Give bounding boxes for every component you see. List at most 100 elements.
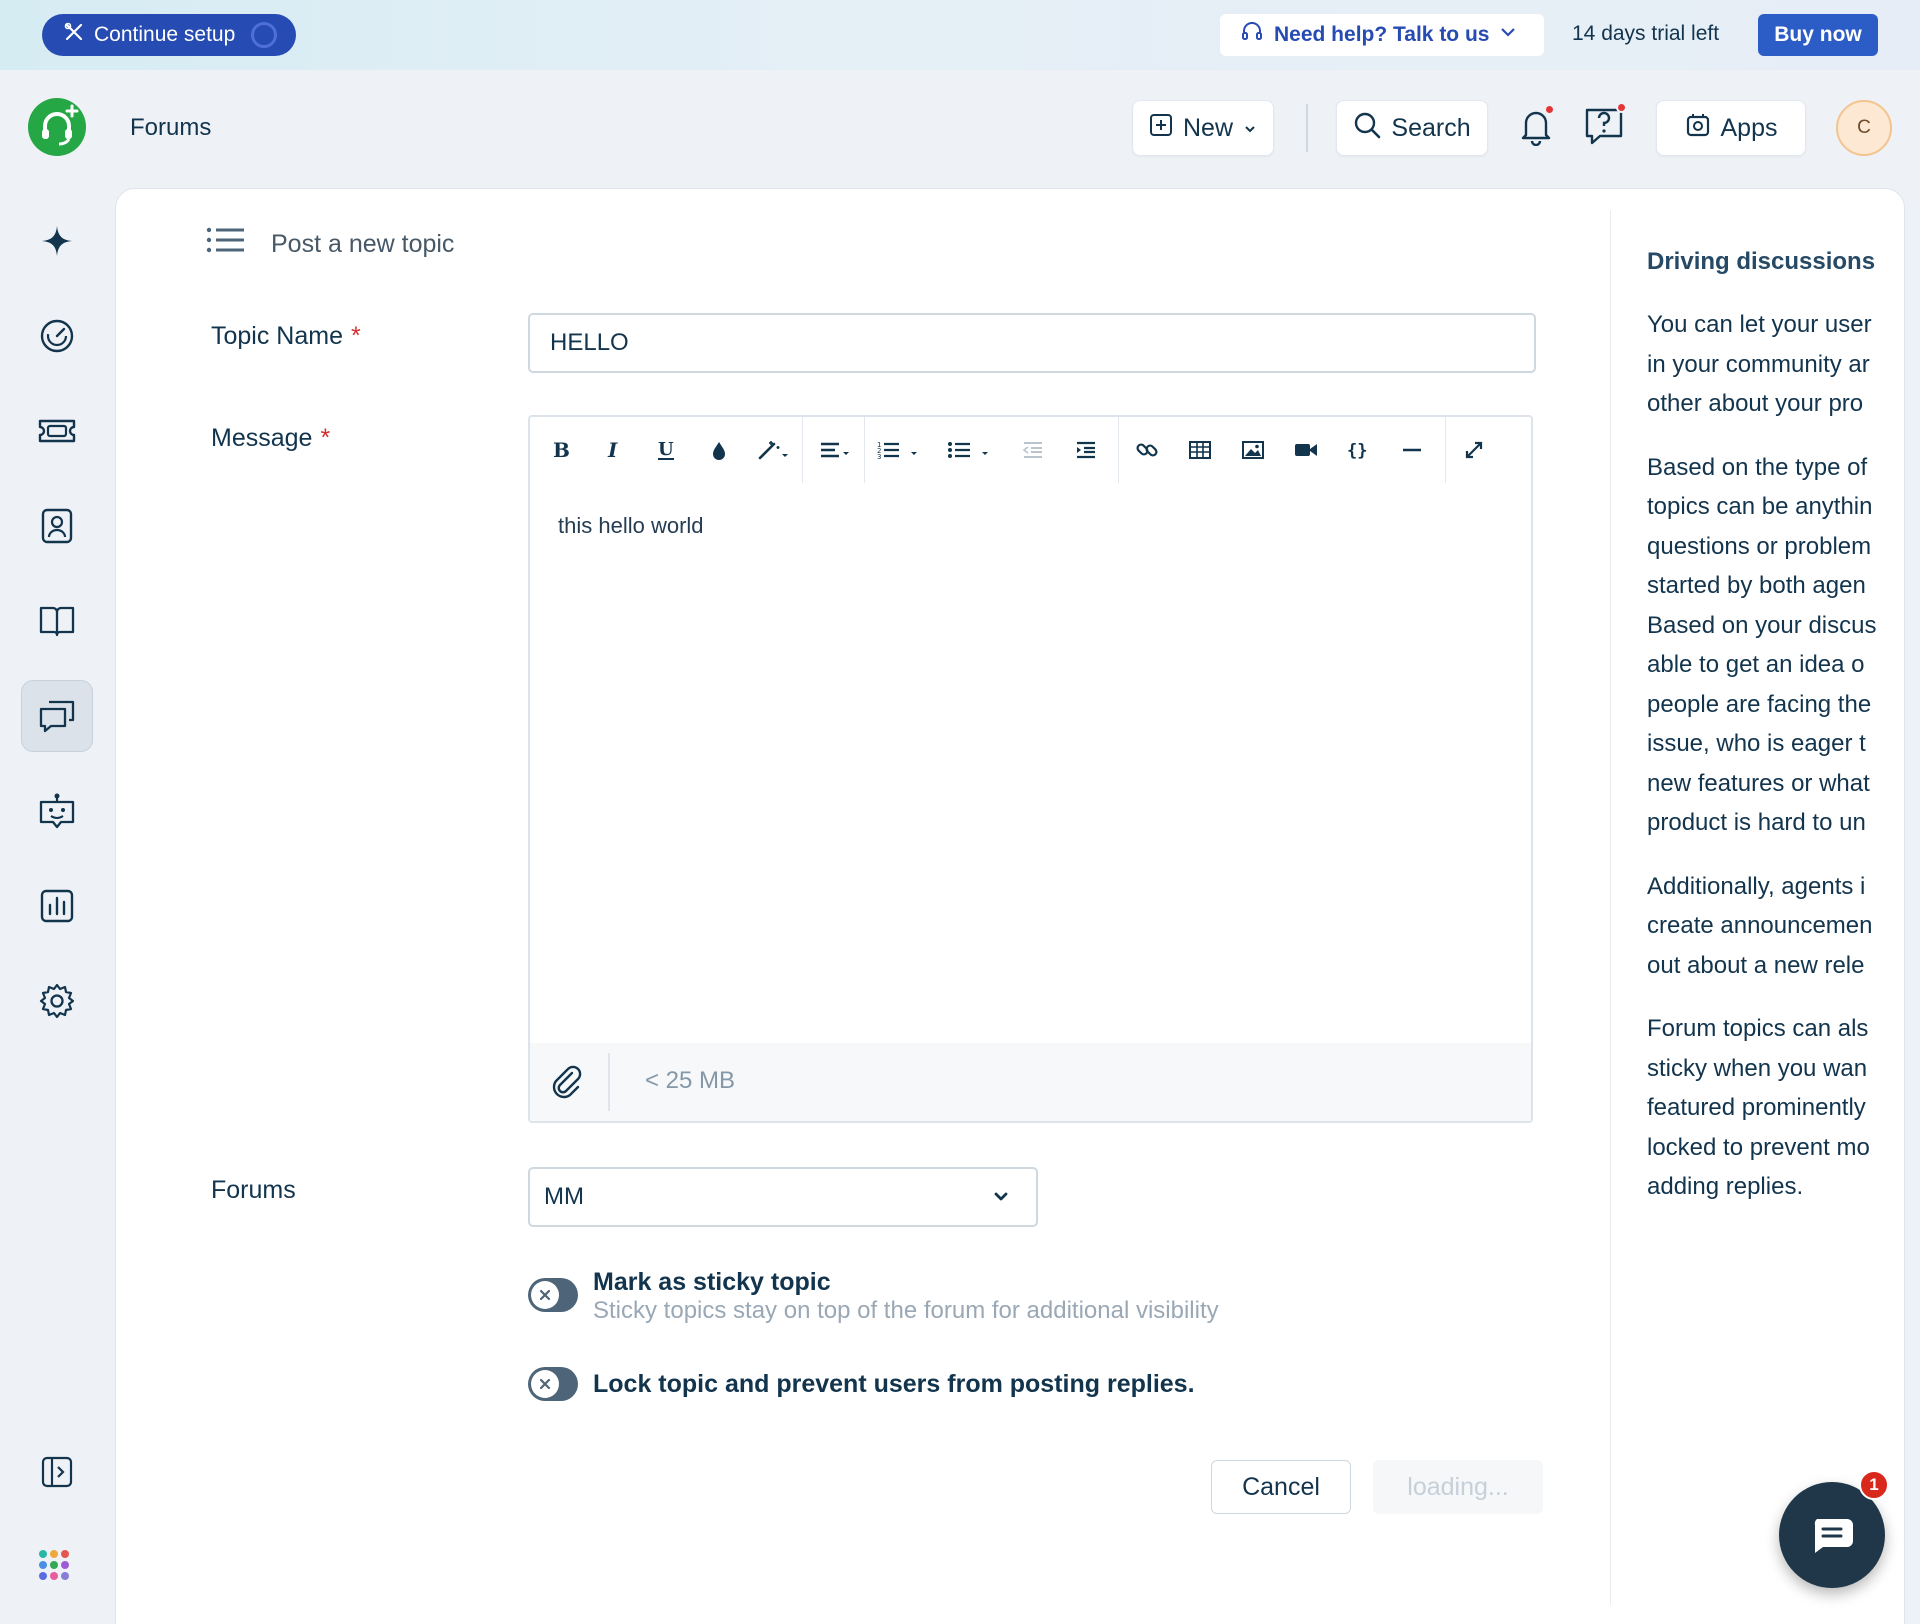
message-editor[interactable]: B I U 123 {} this hello world < 25 MB bbox=[528, 415, 1533, 1123]
table-button[interactable] bbox=[1183, 433, 1217, 467]
avatar[interactable]: C bbox=[1836, 100, 1892, 156]
sidebar-item-bots[interactable] bbox=[21, 775, 93, 847]
info-line: featured prominently bbox=[1647, 1094, 1866, 1121]
app-switcher-button[interactable] bbox=[21, 1532, 93, 1604]
message-body[interactable]: this hello world bbox=[558, 513, 704, 539]
info-line: Based on your discus bbox=[1647, 611, 1877, 639]
help-button[interactable] bbox=[1576, 100, 1632, 156]
notifications-button[interactable] bbox=[1508, 100, 1564, 156]
link-icon bbox=[1136, 443, 1158, 457]
apps-button[interactable]: Apps bbox=[1656, 100, 1806, 156]
search-button[interactable]: Search bbox=[1336, 100, 1488, 156]
info-line: people are facing the bbox=[1647, 690, 1872, 718]
buy-now-button[interactable]: Buy now bbox=[1758, 14, 1878, 56]
notification-dot bbox=[1544, 104, 1555, 115]
align-button[interactable] bbox=[815, 433, 859, 467]
toolbar-separator bbox=[1118, 417, 1119, 483]
toggle-knob bbox=[531, 1370, 559, 1398]
attach-button[interactable] bbox=[548, 1061, 584, 1106]
info-line: product is hard to un bbox=[1647, 809, 1866, 836]
horizontal-rule-button[interactable] bbox=[1395, 433, 1429, 467]
ink-drop-icon bbox=[713, 442, 725, 460]
sidebar-expand-button[interactable] bbox=[21, 1436, 93, 1508]
indent-button[interactable] bbox=[1069, 433, 1103, 467]
info-line: topics can be anythin bbox=[1647, 493, 1873, 520]
solutions-book-icon bbox=[39, 606, 75, 637]
chevron-down-icon bbox=[990, 1185, 1012, 1214]
indent-icon bbox=[1077, 441, 1095, 459]
need-help-label: Need help? Talk to us bbox=[1274, 23, 1490, 46]
search-icon bbox=[1353, 111, 1381, 146]
video-button[interactable] bbox=[1289, 433, 1323, 467]
setup-progress-ring bbox=[251, 22, 278, 48]
sidebar-item-settings[interactable] bbox=[21, 965, 93, 1037]
image-icon bbox=[1242, 441, 1264, 459]
forums-selected-value: MM bbox=[544, 1183, 584, 1210]
italic-button[interactable]: I bbox=[596, 433, 630, 467]
outdent-button[interactable] bbox=[1016, 433, 1050, 467]
underline-button[interactable]: U bbox=[649, 433, 683, 467]
continue-setup-label: Continue setup bbox=[94, 23, 236, 46]
dashboard-icon bbox=[40, 319, 74, 353]
fullscreen-button[interactable] bbox=[1457, 433, 1491, 467]
search-label: Search bbox=[1391, 113, 1471, 142]
sidebar-item-contacts[interactable] bbox=[21, 490, 93, 562]
unordered-list-button[interactable] bbox=[946, 433, 996, 467]
ordered-list-icon: 123 bbox=[877, 441, 917, 461]
text-color-button[interactable] bbox=[702, 433, 736, 467]
chat-unread-badge: 1 bbox=[1859, 1470, 1889, 1500]
hamburger-icon bbox=[206, 227, 244, 253]
sidebar-item-analytics[interactable] bbox=[21, 870, 93, 942]
sidebar-item-solutions[interactable] bbox=[21, 585, 93, 657]
attachment-size-limit: < 25 MB bbox=[645, 1067, 736, 1094]
italic-icon: I bbox=[607, 439, 618, 461]
image-button[interactable] bbox=[1236, 433, 1270, 467]
cancel-button[interactable]: Cancel bbox=[1211, 1460, 1351, 1514]
chevron-down-icon bbox=[1499, 23, 1517, 47]
info-panel-text: You can let your user in your community … bbox=[1647, 305, 1887, 1205]
lock-topic-title: Lock topic and prevent users from postin… bbox=[593, 1370, 1195, 1398]
code-button[interactable]: {} bbox=[1342, 433, 1376, 467]
forums-select[interactable]: MM bbox=[528, 1167, 1038, 1227]
page-title: Forums bbox=[130, 114, 212, 141]
sticky-topic-toggle[interactable] bbox=[528, 1278, 578, 1312]
expand-panel-icon bbox=[41, 1456, 73, 1488]
sidebar-item-dashboard[interactable] bbox=[21, 300, 93, 372]
lock-topic-toggle[interactable] bbox=[528, 1367, 578, 1401]
continue-setup-button[interactable]: Continue setup bbox=[42, 14, 296, 56]
close-icon bbox=[539, 1378, 551, 1390]
topic-name-input[interactable]: HELLO bbox=[528, 313, 1536, 373]
attachment-bar: < 25 MB bbox=[530, 1043, 1531, 1121]
ordered-list-button[interactable]: 123 bbox=[875, 433, 925, 467]
submit-button[interactable]: loading... bbox=[1373, 1460, 1543, 1514]
magic-format-button[interactable] bbox=[752, 433, 796, 467]
trial-bar: Continue setup Need help? Talk to us 14 … bbox=[0, 0, 1920, 70]
bullet-list-icon bbox=[948, 442, 988, 458]
close-icon bbox=[539, 1289, 551, 1301]
info-line: You can let your user bbox=[1647, 311, 1872, 338]
bold-button[interactable]: B bbox=[543, 433, 577, 467]
info-line: in your community ar bbox=[1647, 350, 1870, 378]
sidebar-item-tickets[interactable] bbox=[21, 395, 93, 467]
align-left-icon bbox=[821, 442, 849, 458]
toolbar-separator bbox=[802, 417, 803, 483]
plus-square-icon bbox=[1149, 113, 1173, 144]
toolbar-separator bbox=[1445, 417, 1446, 483]
code-braces-icon: {} bbox=[1347, 441, 1367, 461]
app-logo[interactable] bbox=[28, 98, 86, 156]
headset-logo-icon bbox=[42, 104, 79, 146]
underline-icon: U bbox=[658, 439, 674, 460]
sidebar-item-freddy-ai[interactable] bbox=[21, 205, 93, 277]
new-button[interactable]: New bbox=[1132, 100, 1274, 156]
chevron-down-icon bbox=[1243, 114, 1257, 143]
outdent-icon bbox=[1022, 442, 1042, 458]
info-line: out about a new rele bbox=[1647, 951, 1865, 979]
sidebar-item-forums[interactable] bbox=[21, 680, 93, 752]
svg-text:B: B bbox=[553, 439, 570, 461]
menu-toggle[interactable] bbox=[206, 226, 246, 263]
link-button[interactable] bbox=[1130, 433, 1164, 467]
sticky-topic-description: Sticky topics stay on top of the forum f… bbox=[593, 1297, 1219, 1324]
info-line: Based on the type of bbox=[1647, 453, 1868, 481]
need-help-button[interactable]: Need help? Talk to us bbox=[1220, 14, 1544, 56]
info-line: other about your pro bbox=[1647, 390, 1864, 417]
